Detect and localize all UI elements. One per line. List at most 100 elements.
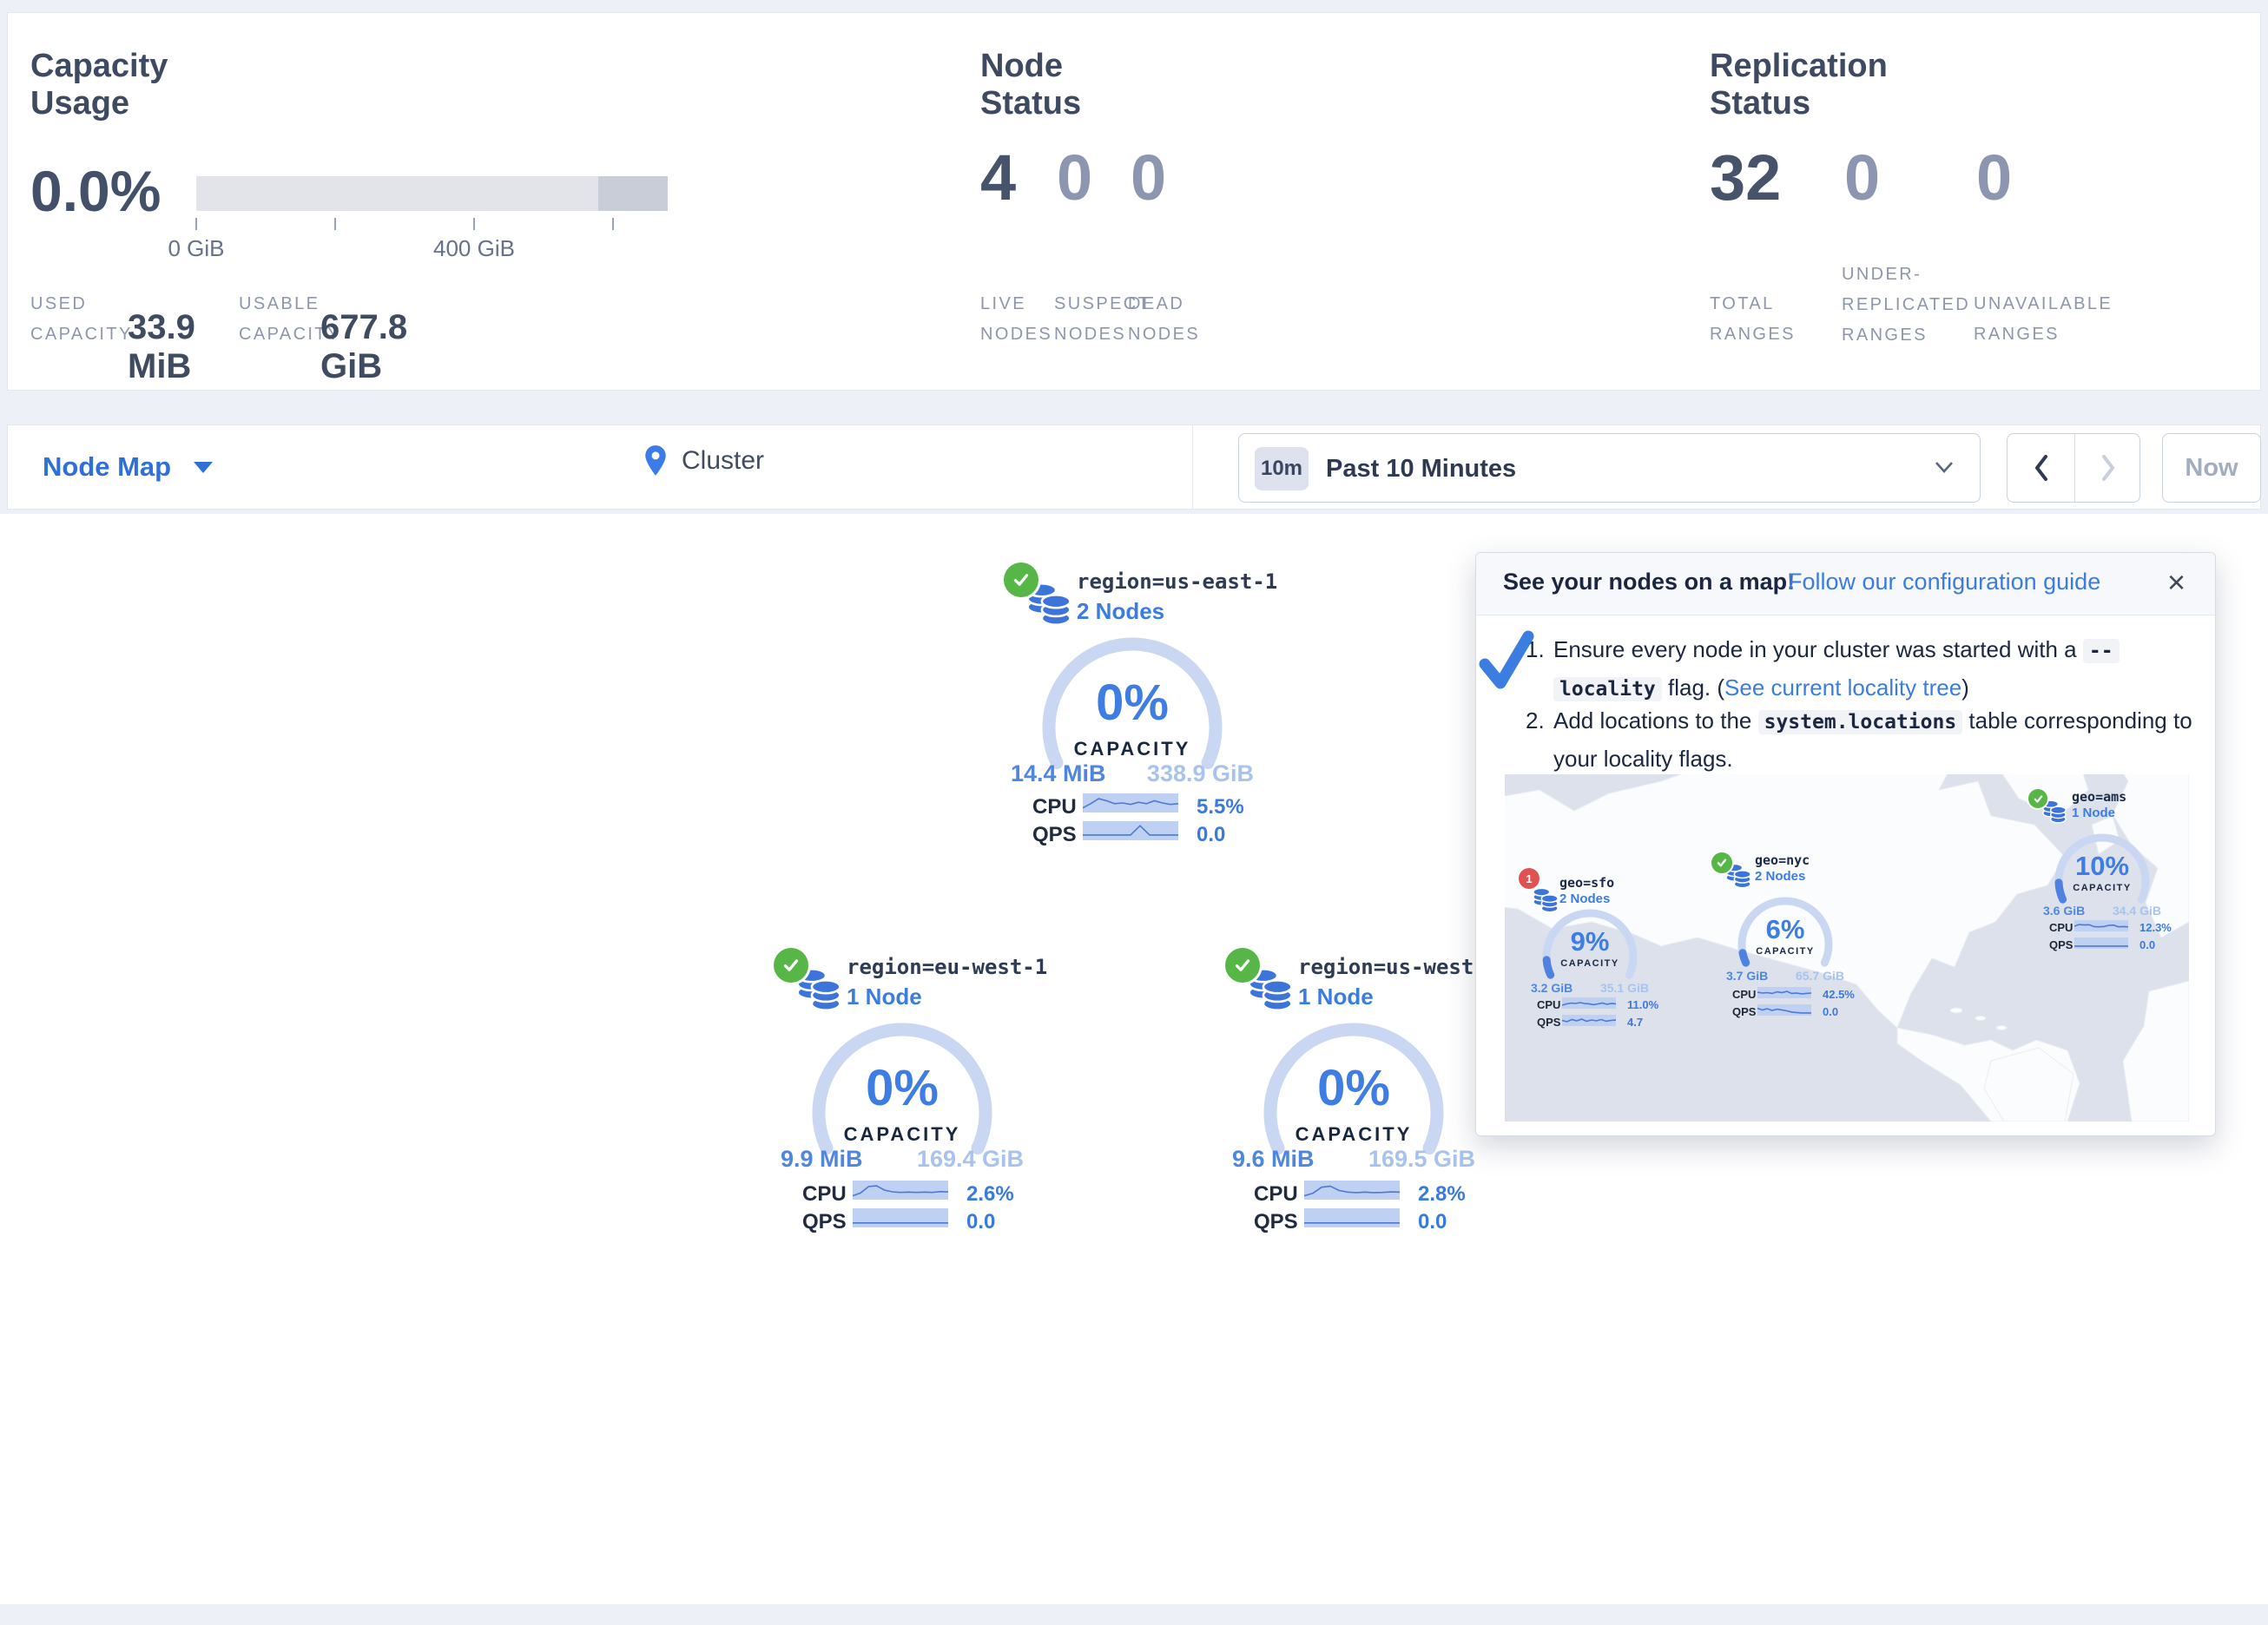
- chevron-down-icon: [1934, 460, 1955, 474]
- region-node-count: 1 Node: [847, 981, 1047, 1012]
- cpu-sparkline: [1304, 1181, 1400, 1200]
- qps-value: 0.0: [1418, 1210, 1447, 1234]
- capacity-percent: 9%: [1538, 927, 1642, 957]
- time-range-badge: 10m: [1255, 447, 1309, 490]
- region-name: geo=nyc: [1755, 852, 1810, 869]
- capacity-percent: 6%: [1733, 915, 1837, 944]
- qps-sparkline: [1757, 1004, 1811, 1016]
- warning-count-badge: 1: [1519, 868, 1539, 889]
- capacity-axis-label-0: 0 GiB: [144, 235, 248, 262]
- cpu-value: 2.6%: [966, 1182, 1014, 1207]
- dead-nodes-count: 0: [1131, 145, 1166, 211]
- cpu-label: CPU: [2049, 921, 2073, 934]
- now-button[interactable]: Now: [2162, 433, 2261, 503]
- breadcrumb[interactable]: Cluster: [643, 444, 764, 477]
- region-usable-capacity: 34.4 GiB: [2113, 904, 2161, 918]
- chevron-left-icon: [2033, 454, 2050, 482]
- region-node-count: 2 Nodes: [1755, 869, 1810, 884]
- capacity-bar-reserved-segment: [598, 176, 668, 211]
- locality-flag-code: --: [2083, 639, 2120, 663]
- healthy-check-icon: [1711, 852, 1732, 873]
- qps-value: 0.0: [966, 1210, 995, 1234]
- cpu-label: CPU: [1032, 795, 1077, 819]
- cpu-sparkline: [853, 1181, 948, 1200]
- region-used-capacity: 9.6 MiB: [1232, 1146, 1315, 1173]
- cpu-label: CPU: [802, 1182, 847, 1207]
- cpu-label: CPU: [1732, 988, 1756, 1001]
- example-node-map-image: 1 geo=sfo 2 Nodes 9% CAPACITY 3.2 GiB 35…: [1505, 774, 2189, 1122]
- capacity-percent: 10%: [2050, 852, 2154, 881]
- step-text: Add locations to the system.locations ta…: [1553, 702, 2203, 777]
- dead-nodes-label: DEAD NODES: [1128, 289, 1223, 350]
- qps-label: QPS: [802, 1210, 847, 1234]
- capacity-caption: CAPACITY: [1223, 1123, 1484, 1146]
- region-used-capacity: 3.6 GiB: [2043, 904, 2085, 918]
- region-node-count: 1 Node: [2072, 806, 2126, 820]
- locality-setup-popup: See your nodes on a map! Follow our conf…: [1475, 552, 2216, 1136]
- popup-title: See your nodes on a map!: [1503, 569, 1795, 595]
- capacity-axis-tick: [612, 218, 614, 230]
- region-used-capacity: 9.9 MiB: [781, 1146, 863, 1173]
- capacity-caption: CAPACITY: [1002, 738, 1263, 760]
- done-check-icon: [1478, 628, 1535, 697]
- region-used-capacity: 3.7 GiB: [1726, 969, 1768, 983]
- close-icon[interactable]: ×: [2167, 567, 2186, 598]
- region-usable-capacity: 169.4 GiB: [917, 1146, 1024, 1173]
- cpu-sparkline: [1757, 987, 1811, 998]
- cpu-sparkline: [2074, 920, 2128, 931]
- region-usable-capacity: 169.5 GiB: [1368, 1146, 1475, 1173]
- mini-card-header: geo=ams 1 Node: [2072, 788, 2126, 820]
- capacity-caption: CAPACITY: [2050, 883, 2154, 893]
- cpu-sparkline: [1083, 793, 1178, 812]
- region-usable-capacity: 35.1 GiB: [1600, 981, 1649, 995]
- time-range-dropdown[interactable]: 10m Past 10 Minutes: [1238, 433, 1981, 503]
- region-name: geo=sfo: [1559, 874, 1614, 891]
- qps-sparkline: [2074, 938, 2128, 949]
- locality-tree-link[interactable]: See current locality tree: [1724, 674, 1961, 701]
- capacity-used-percent: 0.0%: [30, 161, 161, 221]
- capacity-caption: CAPACITY: [1538, 958, 1642, 969]
- capacity-percent: 0%: [1223, 1062, 1484, 1115]
- configuration-guide-link[interactable]: Follow our configuration guide: [1788, 569, 2100, 595]
- cpu-label: CPU: [1537, 998, 1560, 1011]
- used-capacity-label: USED CAPACITY: [30, 289, 135, 350]
- cpu-value: 42.5%: [1823, 988, 1855, 1001]
- region-card-header: region=us-west-1 1 Node: [1298, 953, 1499, 1012]
- capacity-caption: CAPACITY: [772, 1123, 1032, 1146]
- toolbar-divider: [1192, 425, 1193, 509]
- time-forward-button[interactable]: [2075, 434, 2141, 502]
- qps-sparkline: [1562, 1015, 1616, 1026]
- healthy-check-icon: [774, 948, 808, 983]
- region-name: geo=ams: [2072, 788, 2126, 806]
- cpu-label: CPU: [1254, 1182, 1298, 1207]
- qps-label: QPS: [1032, 823, 1077, 847]
- capacity-usage-title: Capacity Usage: [30, 48, 168, 122]
- cpu-value: 12.3%: [2139, 921, 2172, 934]
- capacity-axis-tick: [195, 218, 197, 230]
- time-range-label: Past 10 Minutes: [1326, 455, 1516, 484]
- qps-value: 0.0: [1823, 1005, 1838, 1018]
- total-ranges-label: TOTAL RANGES: [1710, 289, 1814, 350]
- unavailable-count: 0: [1976, 145, 2012, 211]
- region-usable-capacity: 338.9 GiB: [1147, 760, 1254, 787]
- capacity-percent: 0%: [772, 1062, 1032, 1115]
- qps-value: 0.0: [2139, 938, 2155, 951]
- healthy-check-icon: [1004, 562, 1038, 597]
- region-usable-capacity: 65.7 GiB: [1796, 969, 1844, 983]
- usable-capacity-value: 677.8 GiB: [320, 308, 407, 386]
- qps-value: 4.7: [1627, 1016, 1643, 1029]
- qps-label: QPS: [1254, 1210, 1298, 1234]
- view-selector-dropdown[interactable]: Node Map: [43, 451, 213, 483]
- capacity-bar-track: [196, 176, 668, 211]
- qps-label: QPS: [2049, 938, 2073, 951]
- setup-step-1: 1. Ensure every node in your cluster was…: [1526, 631, 2203, 707]
- under-replicated-count: 0: [1844, 145, 1880, 211]
- mini-card-header: geo=sfo 2 Nodes: [1559, 874, 1614, 906]
- healthy-check-icon: [2028, 789, 2047, 808]
- region-name: region=us-east-1: [1077, 568, 1277, 595]
- cpu-sparkline: [1562, 997, 1616, 1009]
- region-used-capacity: 14.4 MiB: [1011, 760, 1106, 787]
- node-status-title: Node Status: [980, 48, 1081, 122]
- map-toolbar: Node Map Cluster 10m Past 10 Minutes: [7, 424, 2261, 510]
- time-back-button[interactable]: [2008, 434, 2074, 502]
